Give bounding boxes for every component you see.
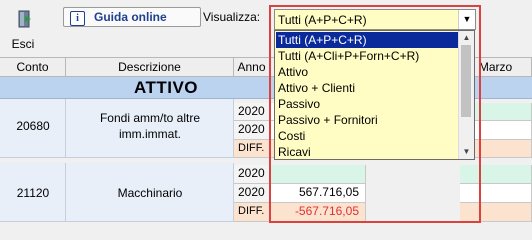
view-label: Visualizza: — [203, 10, 261, 24]
row2-descrizione: Macchinario — [117, 186, 183, 200]
exit-label: Esci — [11, 37, 35, 51]
chevron-down-icon[interactable]: ▼ — [458, 10, 475, 29]
row1-year2: 2020 — [234, 121, 270, 140]
view-select-value: Tutti (A+P+C+R) — [278, 13, 367, 27]
scroll-up-icon[interactable]: ▲ — [459, 31, 474, 45]
view-option-attivo-clienti[interactable]: Attivo + Clienti — [276, 80, 462, 96]
view-option-passivo[interactable]: Passivo — [276, 96, 462, 112]
view-option-attivo[interactable]: Attivo — [276, 64, 462, 80]
row1-diff-label: DIFF. — [234, 140, 270, 158]
view-select-dropdown: Tutti (A+P+C+R) Tutti (A+Cli+P+Forn+C+R)… — [274, 30, 475, 160]
row2-year1: 2020 — [234, 165, 270, 184]
col-header-conto: Conto — [0, 57, 66, 77]
col-header-anno: Anno — [234, 57, 270, 77]
section-title: ATTIVO — [133, 78, 199, 97]
row1-descrizione-cell[interactable]: Fondi amm/to altre imm.immat. — [66, 99, 234, 158]
help-online-button[interactable]: i Guida online — [63, 7, 201, 27]
help-online-label: Guida online — [94, 10, 167, 24]
scroll-down-icon[interactable]: ▼ — [459, 145, 474, 159]
view-option-ricavi[interactable]: Ricavi — [276, 144, 462, 160]
row1-conto: 20680 — [16, 119, 50, 133]
row2-conto-cell[interactable]: 21120 — [0, 163, 66, 222]
info-icon: i — [70, 11, 85, 26]
row1-descrizione: Fondi amm/to altre imm.immat. — [99, 111, 201, 141]
view-option-tutti-full[interactable]: Tutti (A+Cli+P+Forn+C+R) — [276, 48, 462, 64]
scrollbar-thumb[interactable] — [461, 45, 471, 117]
dropdown-scrollbar[interactable]: ▲ ▼ — [458, 31, 474, 159]
col-header-descrizione: Descrizione — [66, 57, 234, 77]
view-option-costi[interactable]: Costi — [276, 128, 462, 144]
row2-diff-label: DIFF. — [234, 203, 270, 222]
row2-descrizione-cell[interactable]: Macchinario — [66, 163, 234, 222]
view-select[interactable]: Tutti (A+P+C+R) ▼ — [274, 9, 476, 30]
row2-year2: 2020 — [234, 184, 270, 203]
row1-year1: 2020 — [234, 103, 270, 121]
view-option-passivo-fornitori[interactable]: Passivo + Fornitori — [276, 112, 462, 128]
exit-door-icon — [18, 10, 31, 28]
exit-button[interactable]: Esci — [3, 5, 43, 53]
row1-conto-cell[interactable]: 20680 — [0, 99, 66, 158]
view-option-tutti-apcr[interactable]: Tutti (A+P+C+R) — [276, 32, 462, 48]
row2-conto: 21120 — [16, 186, 50, 200]
